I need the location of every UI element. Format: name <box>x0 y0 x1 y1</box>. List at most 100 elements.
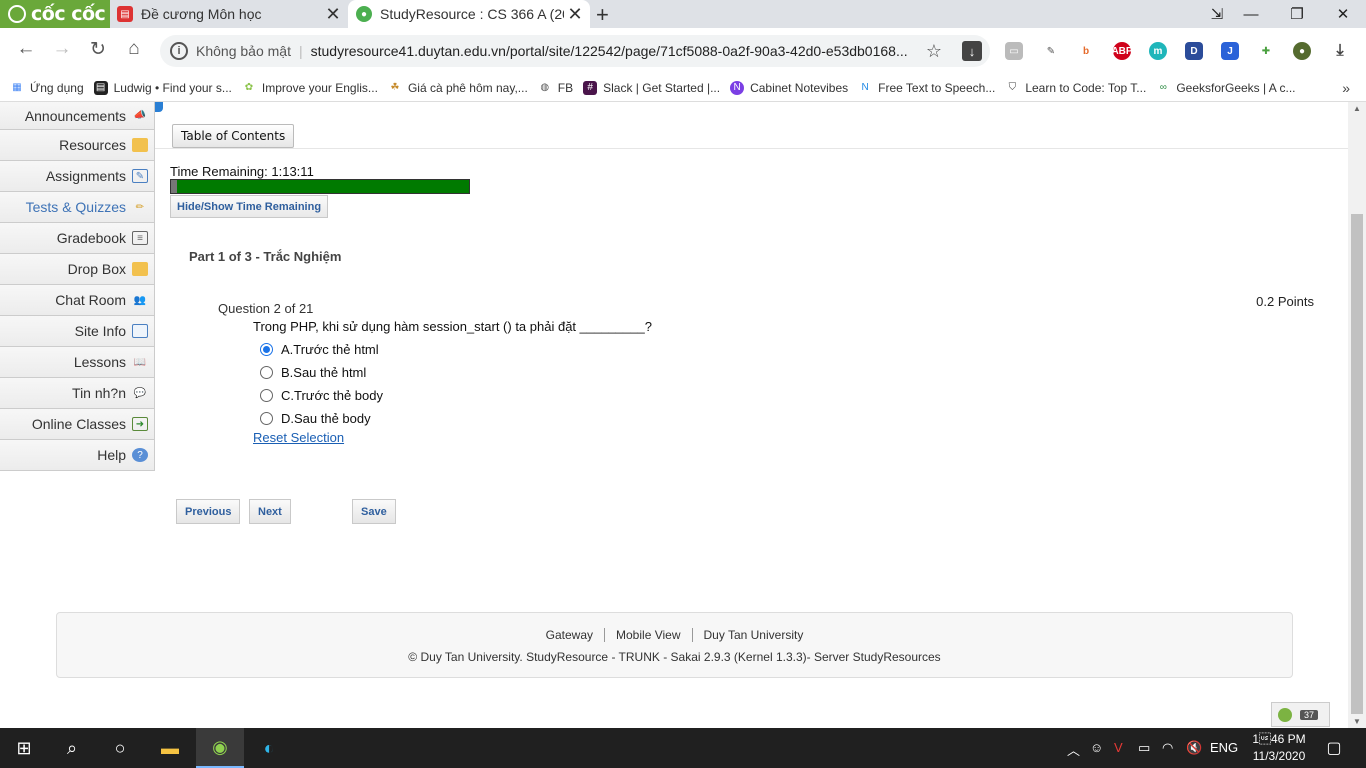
bookmark-notevibes[interactable]: N Cabinet Notevibes <box>730 80 848 95</box>
bookmark-improve-english[interactable]: ✿ Improve your Englis... <box>242 81 378 95</box>
volume-muted-icon[interactable]: 🔇 <box>1186 740 1202 756</box>
sidebar-item-online-classes[interactable]: Online Classes ➜ <box>0 409 155 440</box>
scrollbar-thumb[interactable] <box>1351 214 1363 714</box>
hide-show-time-button[interactable]: Hide/Show Time Remaining <box>170 195 329 218</box>
j-extension-icon[interactable]: J <box>1221 42 1239 60</box>
sidebar-item-tin-nhan[interactable]: Tin nh?n 💬 <box>0 378 155 409</box>
sidebar-item-drop-box[interactable]: Drop Box <box>0 254 155 285</box>
m-extension-icon[interactable]: m <box>1149 42 1167 60</box>
close-tab-icon[interactable]: ✕ <box>322 4 344 25</box>
search-icon[interactable]: ⌕ <box>48 728 96 768</box>
page-scrollbar[interactable]: ▲ ▼ <box>1348 102 1366 728</box>
answer-option-a[interactable]: A.Trước thẻ html <box>260 342 379 357</box>
sidebar-item-announcements[interactable]: Announcements 📣 <box>0 102 155 130</box>
security-label[interactable]: Không bảo mật <box>196 43 291 59</box>
apps-grid-icon: ▦ <box>12 82 22 93</box>
bookmark-learn-code[interactable]: ⛉ Learn to Code: Top T... <box>1005 81 1147 95</box>
notifications-icon[interactable]: ▢ <box>1310 728 1358 768</box>
language-indicator[interactable]: ENG <box>1210 740 1238 755</box>
bookmark-label: Ứng dụng <box>30 80 84 95</box>
sidebar-item-chat-room[interactable]: Chat Room 👥 <box>0 285 155 316</box>
time-remaining-text: Time Remaining: 1:13:11 <box>170 164 314 179</box>
sidebar-item-tests-quizzes[interactable]: Tests & Quizzes ✏ <box>0 192 155 223</box>
sidebar-item-site-info[interactable]: Site Info <box>0 316 155 347</box>
close-window-button[interactable]: ✕ <box>1320 0 1366 28</box>
sidebar-item-assignments[interactable]: Assignments ✎ <box>0 161 155 192</box>
bookmark-slack[interactable]: # Slack | Get Started |... <box>583 80 720 95</box>
footer-link-duy-tan[interactable]: Duy Tan University <box>691 628 815 642</box>
downloads-icon[interactable]: ⤓ <box>1331 42 1349 60</box>
tab-studyresource[interactable]: ● StudyResource : CS 366 A (20 ✕ <box>348 0 590 28</box>
footer-link-mobile-view[interactable]: Mobile View <box>604 628 691 642</box>
address-bar[interactable]: i Không bảo mật | studyresource41.duytan… <box>160 35 990 67</box>
answer-label: B.Sau thẻ html <box>281 365 367 380</box>
coccoc-taskbar-icon[interactable]: ◉ <box>196 728 244 768</box>
reader-extension-icon[interactable]: ▭ <box>1005 42 1023 60</box>
sidebar-item-label: Announcements <box>24 107 126 124</box>
ludwig-icon: ▤ <box>93 80 108 95</box>
tab-de-cuong[interactable]: ▤ Đề cương Môn học ✕ <box>112 0 348 28</box>
bookmark-fb[interactable]: ◍ FB <box>538 81 573 95</box>
cortana-icon[interactable]: ○ <box>96 728 144 768</box>
b-extension-icon[interactable]: b <box>1077 42 1095 60</box>
reload-icon[interactable]: ↻ <box>85 38 111 61</box>
wifi-icon[interactable]: ◠ <box>1162 740 1173 756</box>
answer-option-b[interactable]: B.Sau thẻ html <box>260 365 366 380</box>
profile-avatar[interactable]: ● <box>1293 42 1311 60</box>
close-tab-icon[interactable]: ✕ <box>564 4 586 25</box>
bookmark-tts[interactable]: N Free Text to Speech... <box>858 80 996 95</box>
coccoc-brand-button[interactable]: cốc cốc <box>0 0 110 28</box>
radio-button[interactable] <box>260 412 273 425</box>
gradebook-icon: ≡ <box>132 231 148 245</box>
radio-button[interactable] <box>260 389 273 402</box>
restore-button[interactable]: ❐ <box>1274 0 1320 28</box>
bookmark-label: FB <box>557 80 574 95</box>
home-icon[interactable]: ⌂ <box>121 38 147 60</box>
sidebar-item-lessons[interactable]: Lessons 📖 <box>0 347 155 378</box>
folder-icon <box>132 138 148 152</box>
system-clock[interactable]: 1 46 PM 11/3/2020 <box>1248 731 1310 765</box>
emoji-tray-icon[interactable]: ☺ <box>1090 740 1103 755</box>
adblock-extension-icon[interactable]: ABP <box>1111 42 1133 60</box>
v-tray-icon[interactable]: V <box>1114 740 1123 755</box>
show-hidden-icons[interactable]: ︿ <box>1067 740 1080 759</box>
minimize-button[interactable]: — <box>1228 0 1274 28</box>
d-extension-icon[interactable]: D <box>1185 42 1203 60</box>
puzzle-extensions-icon[interactable]: ✚ <box>1257 42 1275 60</box>
forward-arrow-icon[interactable]: → <box>49 38 75 60</box>
scroll-up-icon[interactable]: ▲ <box>1353 104 1361 113</box>
back-arrow-icon[interactable]: ← <box>13 38 39 60</box>
radio-button[interactable] <box>260 366 273 379</box>
sidebar-item-resources[interactable]: Resources <box>0 130 155 161</box>
info-icon[interactable]: i <box>170 42 188 60</box>
presence-widget[interactable]: 37 <box>1271 702 1330 727</box>
next-button[interactable]: Next <box>249 499 291 524</box>
bookmark-label: Free Text to Speech... <box>878 80 996 95</box>
footer-link-gateway[interactable]: Gateway <box>535 628 604 642</box>
bookmark-label: GeeksforGeeks | A c... <box>1176 80 1296 95</box>
eyedropper-extension-icon[interactable]: ✎ <box>1042 42 1060 60</box>
bookmark-gfg[interactable]: ∞ GeeksforGeeks | A c... <box>1156 80 1296 95</box>
previous-button[interactable]: Previous <box>176 499 241 524</box>
answer-option-d[interactable]: D.Sau thẻ body <box>260 411 371 426</box>
save-button[interactable]: Save <box>352 499 396 524</box>
url-text[interactable]: studyresource41.duytan.edu.vn/portal/sit… <box>311 43 911 59</box>
file-explorer-icon[interactable]: ▬ <box>146 728 194 768</box>
bookmark-star-icon[interactable]: ☆ <box>926 41 942 62</box>
bookmark-apps[interactable]: ▦ Ứng dụng <box>10 80 84 95</box>
network-adapter-icon[interactable]: ▭ <box>1138 740 1150 756</box>
table-of-contents-button[interactable]: Table of Contents <box>172 124 295 148</box>
bookmark-ludwig[interactable]: ▤ Ludwig • Find your s... <box>93 80 232 95</box>
more-bookmarks-icon[interactable]: » <box>1342 80 1350 96</box>
new-tab-button[interactable]: + <box>596 2 609 28</box>
edge-icon[interactable]: ◐ <box>245 728 293 768</box>
download-icon[interactable]: ↓ <box>962 41 982 61</box>
bookmark-coffee[interactable]: ☘ Giá cà phê hôm nay,... <box>388 81 527 95</box>
reset-selection-link[interactable]: Reset Selection <box>253 430 344 445</box>
radio-button[interactable] <box>260 343 273 356</box>
sidebar-item-gradebook[interactable]: Gradebook ≡ <box>0 223 155 254</box>
answer-option-c[interactable]: C.Trước thẻ body <box>260 388 383 403</box>
sidebar-item-help[interactable]: Help? <box>0 440 155 471</box>
scroll-down-icon[interactable]: ▼ <box>1353 717 1361 726</box>
windows-start-icon[interactable]: ⊞ <box>0 728 48 768</box>
